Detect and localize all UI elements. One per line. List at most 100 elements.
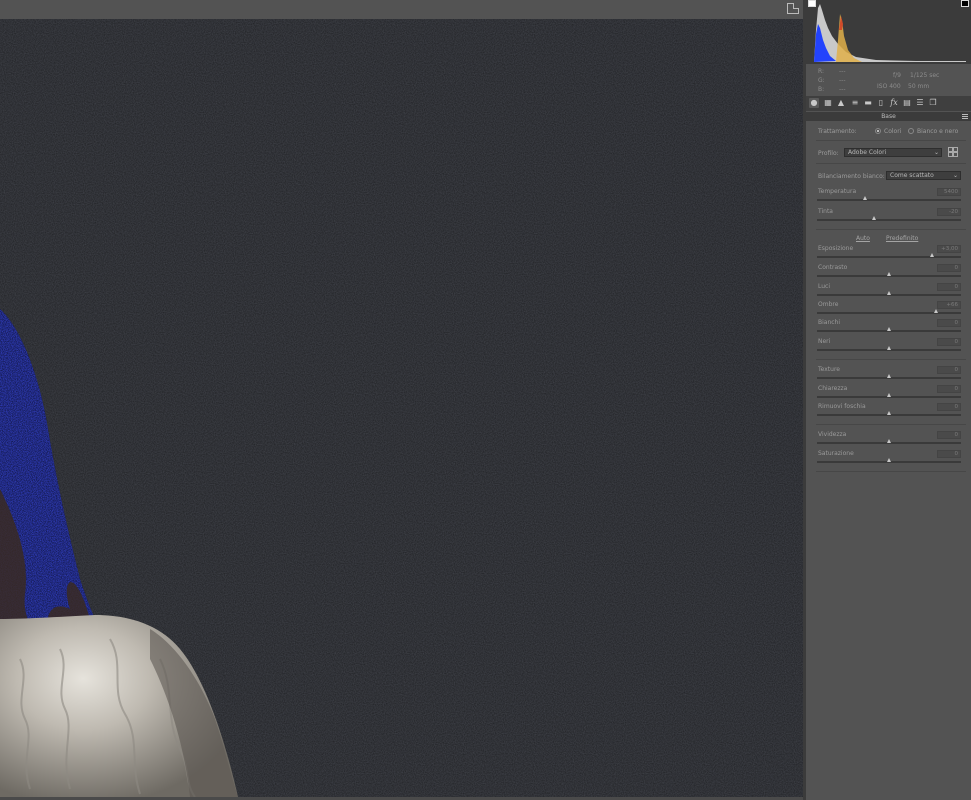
slider-thumb[interactable] bbox=[886, 291, 891, 295]
divider bbox=[816, 140, 966, 141]
slider-thumb[interactable] bbox=[886, 458, 891, 462]
slider-thumb[interactable] bbox=[934, 309, 939, 313]
photo-canvas[interactable] bbox=[0, 19, 803, 797]
slider-thumb[interactable] bbox=[886, 411, 891, 415]
slider-label: Bianchi bbox=[818, 319, 841, 326]
slider-value[interactable]: 5400 bbox=[937, 188, 961, 196]
slider-label: Esposizione bbox=[818, 245, 854, 252]
slider-track[interactable] bbox=[817, 312, 961, 314]
presets-icon[interactable]: ☰ bbox=[915, 98, 925, 108]
slider-label: Saturazione bbox=[818, 450, 854, 457]
white-balance-select[interactable]: Come scattato ⌄ bbox=[886, 171, 961, 180]
slider-value[interactable]: -20 bbox=[937, 208, 961, 216]
slider-label: Luci bbox=[818, 283, 831, 290]
image-info: R: --- G: --- B: --- f/9 1/125 sec ISO 4… bbox=[806, 66, 971, 94]
divider bbox=[816, 359, 966, 360]
profile-browser-icon[interactable] bbox=[948, 147, 958, 157]
slider-value[interactable]: +3,00 bbox=[937, 245, 961, 253]
slider-thumb[interactable] bbox=[886, 393, 891, 397]
slider-label: Tinta bbox=[818, 208, 833, 215]
g-value: --- bbox=[839, 77, 846, 84]
slider-thumb[interactable] bbox=[929, 253, 934, 257]
white-balance-label: Bilanciamento bianco: bbox=[818, 173, 885, 180]
highlight-clipping-toggle[interactable] bbox=[961, 0, 969, 7]
slider-value[interactable]: 0 bbox=[937, 283, 961, 291]
auto-link[interactable]: Auto bbox=[856, 235, 870, 242]
slider-thumb[interactable] bbox=[886, 272, 891, 276]
slider-temperatura: Temperatura 5400 bbox=[806, 188, 971, 206]
slider-bianchi: Bianchi 0 bbox=[806, 319, 971, 337]
slider-label: Ombre bbox=[818, 301, 839, 308]
calibration-icon[interactable]: ▤ bbox=[902, 98, 912, 108]
slider-label: Texture bbox=[818, 366, 840, 373]
slider-track[interactable] bbox=[817, 256, 961, 258]
slider-label: Vividezza bbox=[818, 431, 847, 438]
slider-track[interactable] bbox=[817, 199, 961, 201]
slider-value[interactable]: +66 bbox=[937, 301, 961, 309]
slider-thumb[interactable] bbox=[886, 346, 891, 350]
divider bbox=[816, 424, 966, 425]
treatment-label: Trattamento: bbox=[818, 128, 857, 135]
slider-value[interactable]: 0 bbox=[937, 450, 961, 458]
focal-length: 50 mm bbox=[908, 83, 930, 90]
panel-menu-icon[interactable] bbox=[962, 114, 968, 119]
r-label: R: bbox=[818, 68, 825, 75]
profile-select[interactable]: Adobe Colori ⌄ bbox=[844, 148, 942, 157]
slider-value[interactable]: 0 bbox=[937, 319, 961, 327]
effects-icon[interactable]: fx bbox=[889, 98, 899, 108]
photo-preview bbox=[0, 19, 803, 797]
slider-thumb[interactable] bbox=[886, 374, 891, 378]
slider-value[interactable]: 0 bbox=[937, 366, 961, 374]
snapshots-icon[interactable]: ❐ bbox=[928, 98, 938, 108]
basic-icon[interactable]: ● bbox=[809, 98, 819, 108]
chevron-down-icon: ⌄ bbox=[952, 172, 958, 179]
iso: ISO 400 bbox=[877, 83, 901, 90]
treatment-bw-label[interactable]: Bianco e nero bbox=[917, 128, 958, 135]
slider-thumb[interactable] bbox=[863, 196, 868, 200]
slider-thumb[interactable] bbox=[886, 439, 891, 443]
white-balance-value: Come scattato bbox=[890, 172, 934, 179]
r-value: --- bbox=[839, 68, 846, 75]
divider bbox=[816, 229, 966, 230]
treatment-color-radio[interactable] bbox=[875, 128, 881, 134]
slider-value[interactable]: 0 bbox=[937, 403, 961, 411]
hsl-icon[interactable]: ≡ bbox=[850, 98, 860, 108]
slider-label: Rimuovi foschia bbox=[818, 403, 866, 410]
slider-thumb[interactable] bbox=[886, 327, 891, 331]
shadow-clipping-toggle[interactable] bbox=[808, 0, 816, 7]
canvas-toolbar bbox=[0, 0, 805, 19]
slider-value[interactable]: 0 bbox=[937, 264, 961, 272]
histogram bbox=[806, 0, 971, 64]
section-title: Base bbox=[881, 113, 896, 120]
split-toning-icon[interactable]: ▬ bbox=[863, 98, 873, 108]
slider-track[interactable] bbox=[817, 219, 961, 221]
treatment-color-label[interactable]: Colori bbox=[884, 128, 901, 135]
slider-saturazione: Saturazione 0 bbox=[806, 450, 971, 468]
b-value: --- bbox=[839, 86, 846, 93]
tone-curve-icon[interactable]: ▦ bbox=[823, 98, 833, 108]
slider-contrasto: Contrasto 0 bbox=[806, 264, 971, 282]
aperture: f/9 bbox=[893, 72, 901, 79]
fullscreen-toggle-icon[interactable] bbox=[787, 3, 799, 14]
profile-label: Profilo: bbox=[818, 150, 839, 157]
default-link[interactable]: Predefinito bbox=[886, 235, 918, 242]
b-label: B: bbox=[818, 86, 825, 93]
slider-texture: Texture 0 bbox=[806, 366, 971, 384]
profile-value: Adobe Colori bbox=[848, 149, 887, 156]
slider-luci: Luci 0 bbox=[806, 283, 971, 301]
slider-label: Chiarezza bbox=[818, 385, 848, 392]
slider-vividezza: Vividezza 0 bbox=[806, 431, 971, 449]
slider-label: Neri bbox=[818, 338, 831, 345]
slider-value[interactable]: 0 bbox=[937, 431, 961, 439]
slider-value[interactable]: 0 bbox=[937, 385, 961, 393]
slider-thumb[interactable] bbox=[872, 216, 877, 220]
treatment-bw-radio[interactable] bbox=[908, 128, 914, 134]
slider-rimuovi-foschia: Rimuovi foschia 0 bbox=[806, 403, 971, 421]
histogram-graph bbox=[806, 0, 971, 64]
lens-icon[interactable]: ▯ bbox=[876, 98, 886, 108]
detail-icon[interactable]: ▲ bbox=[836, 98, 846, 108]
panel-tabs: ● ▦ ▲ ≡ ▬ ▯ fx ▤ ☰ ❐ bbox=[806, 96, 971, 111]
slider-tinta: Tinta -20 bbox=[806, 208, 971, 226]
slider-value[interactable]: 0 bbox=[937, 338, 961, 346]
g-label: G: bbox=[818, 77, 825, 84]
